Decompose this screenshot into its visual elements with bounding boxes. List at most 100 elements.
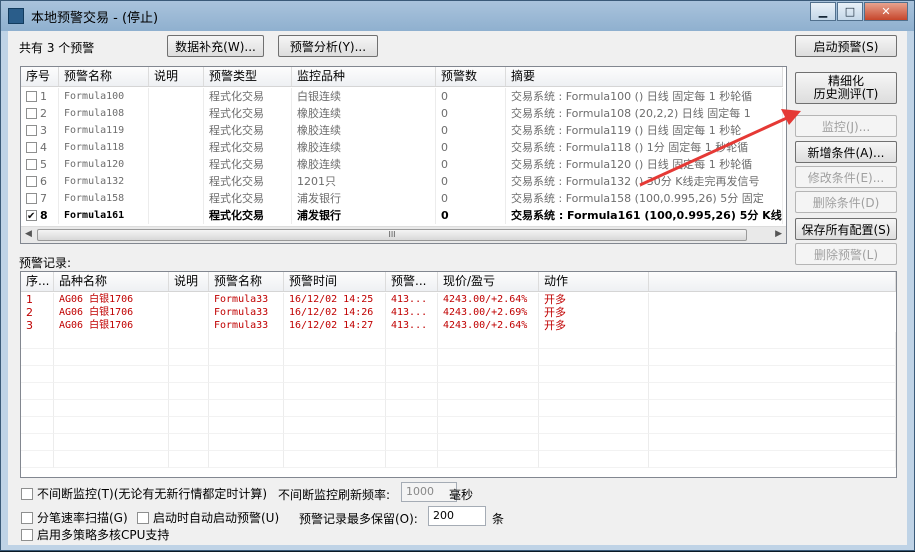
empty-cell — [54, 451, 169, 468]
formula-summary: 交易系统 : Formula118 () 1分 固定每 1 秒轮循 — [506, 139, 783, 156]
multi-core-checkbox[interactable]: 启用多策略多核CPU支持 — [21, 526, 169, 543]
formula-col-header[interactable]: 预警类型 — [204, 67, 292, 86]
formula-target: 浦发银行 — [292, 207, 436, 224]
formula-name: Formula161 — [59, 207, 149, 224]
record-row[interactable]: 1 AG06 白银1706 Formula33 16/12/02 14:25 413..… — [21, 293, 649, 306]
tick-scan-checkbox[interactable]: 分笔速率扫描(G) — [21, 509, 128, 526]
empty-cell — [539, 383, 649, 400]
record-time: 16/12/02 14:27 — [284, 319, 386, 332]
empty-cell — [386, 400, 438, 417]
empty-cell — [54, 366, 169, 383]
scroll-left-icon[interactable]: ◀ — [25, 229, 32, 239]
row-checkbox[interactable] — [26, 176, 37, 187]
formula-col-header[interactable]: 预警数 — [436, 67, 506, 86]
formula-col-header[interactable]: 说明 — [149, 67, 204, 86]
max-keep-input[interactable]: 200 — [428, 506, 486, 526]
formula-col-header[interactable]: 序号 — [21, 67, 59, 86]
formula-row[interactable]: 4 Formula118 程式化交易 橡胶连续 0 交易系统 : Formula118 (… — [21, 139, 783, 156]
record-row[interactable]: 2 AG06 白银1706 Formula33 16/12/02 14:26 413..… — [21, 306, 649, 319]
alert-analysis-button[interactable]: 预警分析(Y)... — [278, 35, 378, 57]
maximize-icon[interactable]: □ — [837, 2, 863, 21]
formula-row[interactable]: 6 Formula132 程式化交易 1201只 0 交易系统 : Formula132 … — [21, 173, 783, 190]
close-icon[interactable]: ✕ — [864, 2, 908, 21]
empty-cell — [169, 400, 209, 417]
formula-row[interactable]: 1 Formula100 程式化交易 白银连续 0 交易系统 : Formula100 (… — [21, 88, 783, 105]
empty-cell — [209, 366, 284, 383]
delete-alert-button[interactable]: 删除预警(L) — [795, 243, 897, 265]
row-checkbox[interactable] — [26, 193, 37, 204]
horizontal-scrollbar[interactable]: ◀ III ▶ — [21, 226, 786, 243]
record-symbol: AG06 白银1706 — [54, 293, 169, 306]
delete-condition-button[interactable]: 删除条件(D) — [795, 191, 897, 213]
empty-cell — [386, 332, 438, 349]
records-col-header[interactable]: 说明 — [169, 272, 209, 291]
records-col-header[interactable]: 预警时间 — [284, 272, 386, 291]
empty-cell — [649, 400, 896, 417]
record-desc — [169, 306, 209, 319]
row-checkbox[interactable] — [26, 159, 37, 170]
row-checkbox[interactable] — [26, 91, 37, 102]
record-time: 16/12/02 14:25 — [284, 293, 386, 306]
records-col-header[interactable]: 序... — [21, 272, 54, 291]
empty-cell — [21, 434, 54, 451]
empty-record-row — [21, 366, 896, 383]
row-checkbox[interactable] — [26, 125, 37, 136]
monitor-button[interactable]: 监控(J)... — [795, 115, 897, 137]
empty-cell — [539, 417, 649, 434]
formula-col-header[interactable]: 摘要 — [506, 67, 783, 86]
formula-col-header[interactable]: 监控品种 — [292, 67, 436, 86]
empty-cell — [54, 349, 169, 366]
formula-row[interactable]: 8 Formula161 程式化交易浦发银行0交易系统 : Formula161 (… — [21, 207, 783, 224]
title-bar[interactable]: 本地预警交易 - (停止) ▁ □ ✕ — [1, 1, 914, 31]
continuous-monitor-label: 不间断监控(T)(无论有无新行情都定时计算) — [37, 487, 268, 501]
formula-list-header: 序号 预警名称 说明 预警类型 监控品种 预警数 摘要 — [21, 67, 783, 87]
formula-name: Formula108 — [59, 105, 149, 122]
edit-condition-button[interactable]: 修改条件(E)... — [795, 166, 897, 188]
scroll-right-icon[interactable]: ▶ — [775, 229, 782, 239]
scroll-thumb[interactable]: III — [37, 229, 747, 241]
auto-start-checkbox[interactable]: 启动时自动启动预警(U) — [137, 509, 279, 526]
formula-row[interactable]: 3 Formula119 程式化交易 橡胶连续 0 交易系统 : Formula119 (… — [21, 122, 783, 139]
empty-cell — [386, 434, 438, 451]
records-col-header[interactable]: 动作 — [539, 272, 649, 291]
records-col-header[interactable]: 预警名称 — [209, 272, 284, 291]
formula-col-header[interactable]: 预警名称 — [59, 67, 149, 86]
empty-record-row — [21, 417, 896, 434]
records-col-header[interactable]: 预警... — [386, 272, 438, 291]
records-col-header[interactable]: 品种名称 — [54, 272, 169, 291]
empty-cell — [539, 451, 649, 468]
records-col-header[interactable]: 现价/盈亏 — [438, 272, 539, 291]
row-checkbox[interactable] — [26, 142, 37, 153]
alert-trading-window: 本地预警交易 - (停止) ▁ □ ✕ 共有 3 个预警 数据补充(W)... … — [0, 0, 915, 551]
formula-count: 0 — [436, 156, 506, 173]
formula-row[interactable]: 5 Formula120 程式化交易 橡胶连续 0 交易系统 : Formula120 (… — [21, 156, 783, 173]
empty-cell — [54, 332, 169, 349]
minimize-icon[interactable]: ▁ — [810, 2, 836, 21]
record-desc — [169, 319, 209, 332]
start-alert-button[interactable]: 启动预警(S) — [795, 35, 897, 57]
formula-row[interactable]: 7 Formula158 程式化交易 浦发银行 0 交易系统 : Formula158 (… — [21, 190, 783, 207]
formula-count: 0 — [436, 139, 506, 156]
records-header-filler — [649, 272, 896, 291]
data-supplement-button[interactable]: 数据补充(W)... — [167, 35, 264, 57]
add-condition-button[interactable]: 新增条件(A)... — [795, 141, 897, 163]
empty-cell — [386, 349, 438, 366]
record-pnl: 4243.00/+2.64% — [438, 293, 539, 306]
row-checkbox[interactable] — [26, 108, 37, 119]
refined-backtest-button[interactable]: 精细化 历史测评(T) — [795, 72, 897, 104]
formula-type: 程式化交易 — [204, 190, 292, 207]
empty-cell — [438, 383, 539, 400]
continuous-monitor-checkbox[interactable]: 不间断监控(T)(无论有无新行情都定时计算) — [21, 485, 267, 502]
empty-cell — [386, 451, 438, 468]
refined-backtest-line2: 历史测评(T) — [813, 87, 879, 101]
empty-cell — [649, 451, 896, 468]
formula-row[interactable]: 2 Formula108 程式化交易 橡胶连续 0 交易系统 : Formula108 (… — [21, 105, 783, 122]
max-keep-unit-label: 条 — [492, 512, 505, 526]
empty-cell — [209, 400, 284, 417]
record-pnl: 4243.00/+2.69% — [438, 306, 539, 319]
record-no: 1 — [21, 293, 54, 306]
record-row[interactable]: 3 AG06 白银1706 Formula33 16/12/02 14:27 413..… — [21, 319, 649, 332]
formula-no: 7 — [40, 192, 47, 205]
save-all-config-button[interactable]: 保存所有配置(S) — [795, 218, 897, 240]
row-checkbox[interactable] — [26, 208, 37, 224]
